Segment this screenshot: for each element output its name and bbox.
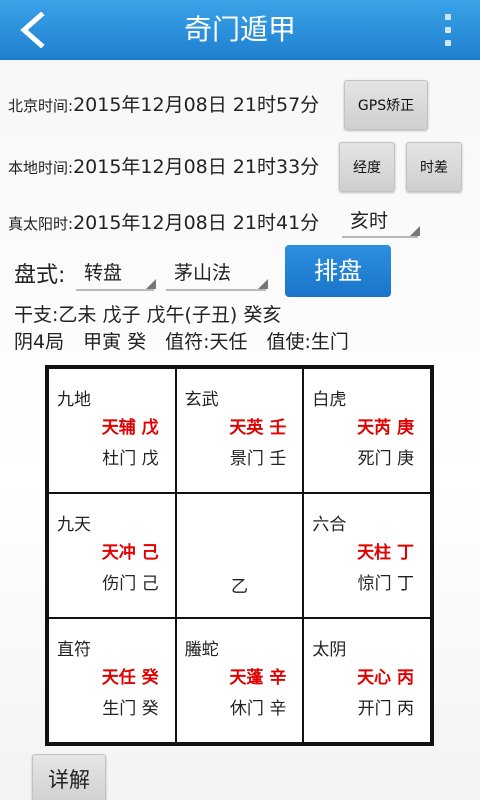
pan-type-value: 转盘 (84, 262, 123, 284)
longitude-button[interactable]: 经度 (339, 142, 395, 192)
beijing-time-value: 2015年12月08日 21时57分 (73, 94, 320, 116)
palace-cell[interactable]: 九地 天辅 戊 杜门 戊 (48, 368, 176, 493)
palace-cell[interactable]: 九天 天冲 己 伤门 己 (48, 493, 176, 618)
palace-cell[interactable]: 直符 天任 癸 生门 癸 (48, 618, 176, 743)
nine-palace-grid: 九地 天辅 戊 杜门 戊 玄武 天英 壬 景门 壬 白虎 天芮 庚 死门 庚 九… (45, 365, 434, 746)
palace-gate: 景门 壬 (229, 449, 287, 469)
palace-star: 天蓬 辛 (229, 668, 287, 688)
palace-god: 九天 (57, 515, 91, 535)
palace-god: 太阴 (312, 640, 347, 660)
palace-god: 六合 (312, 515, 347, 535)
gps-correct-button[interactable]: GPS矫正 (344, 80, 428, 130)
local-time-label: 本地时间: (8, 159, 74, 177)
beijing-time-label: 北京时间: (8, 97, 74, 115)
palace-cell[interactable]: 玄武 天英 壬 景门 壬 (175, 368, 304, 493)
pan-method-select[interactable]: 茅山法 (166, 258, 268, 291)
local-time-value: 2015年12月08日 21时33分 (73, 156, 320, 178)
ganzhi-text: 干支:乙未 戊子 戊午(子丑) 癸亥 (14, 304, 282, 326)
palace-gate: 伤门 己 (102, 574, 159, 594)
palace-cell[interactable]: 螣蛇 天蓬 辛 休门 辛 (175, 618, 304, 743)
local-time-row: 本地时间: 2015年12月08日 21时33分 (8, 152, 319, 179)
beijing-time-row: 北京时间: 2015年12月08日 21时57分 (8, 90, 319, 117)
page-title: 奇门遁甲 (183, 13, 296, 46)
shichen-select-value: 亥时 (350, 210, 389, 232)
panshi-label: 盘式: (14, 263, 66, 288)
shichen-select[interactable]: 亥时 (342, 206, 420, 238)
solar-time-label: 真太阳时: (8, 215, 74, 233)
palace-cell-center[interactable]: 乙 (175, 493, 304, 618)
overflow-menu-icon[interactable] (442, 14, 454, 46)
palace-cell[interactable]: 白虎 天芮 庚 死门 庚 (303, 368, 431, 493)
palace-star: 天冲 己 (101, 543, 159, 563)
palace-gate: 开门 丙 (357, 699, 414, 719)
top-app-bar: 奇门遁甲 (0, 0, 480, 60)
pan-type-select[interactable]: 转盘 (76, 258, 156, 291)
detail-button[interactable]: 详解 (32, 754, 106, 800)
paipan-button[interactable]: 排盘 (285, 245, 391, 297)
palace-star: 天任 癸 (101, 668, 159, 688)
palace-god: 白虎 (312, 390, 347, 410)
palace-gate: 杜门 戊 (102, 449, 159, 469)
palace-cell[interactable]: 太阴 天心 丙 开门 丙 (303, 618, 431, 743)
palace-gate: 惊门 丁 (357, 574, 414, 594)
palace-gate: 生门 癸 (102, 699, 159, 719)
palace-center-stem: 乙 (230, 577, 248, 597)
palace-star: 天英 壬 (229, 418, 287, 438)
solar-time-row: 真太阳时: 2015年12月08日 21时41分 (8, 208, 319, 235)
palace-god: 九地 (57, 390, 91, 410)
pan-method-value: 茅山法 (174, 262, 232, 284)
palace-gate: 死门 庚 (357, 449, 414, 469)
palace-god: 玄武 (184, 390, 219, 410)
palace-star: 天辅 戊 (101, 418, 159, 438)
time-diff-button[interactable]: 时差 (406, 142, 462, 192)
ju-text: 阴4局 甲寅 癸 值符:天任 值使:生门 (14, 331, 349, 353)
palace-god: 螣蛇 (184, 640, 219, 660)
palace-gate: 休门 辛 (229, 699, 287, 719)
palace-cell[interactable]: 六合 天柱 丁 惊门 丁 (303, 493, 431, 618)
dropdown-arrow-icon (146, 279, 156, 289)
palace-star: 天心 丙 (357, 668, 414, 688)
palace-god: 直符 (57, 640, 91, 660)
solar-time-value: 2015年12月08日 21时41分 (73, 212, 320, 234)
palace-star: 天柱 丁 (357, 543, 414, 563)
dropdown-arrow-icon (258, 279, 268, 289)
dropdown-arrow-icon (410, 226, 420, 236)
palace-star: 天芮 庚 (357, 418, 414, 438)
